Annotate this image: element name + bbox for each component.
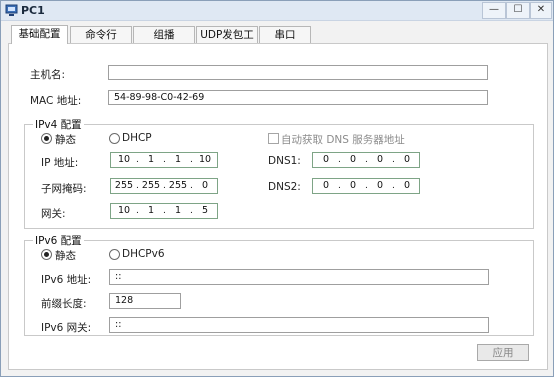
mask-octet-1[interactable]: 255 (113, 179, 135, 193)
window-title: PC1 (21, 4, 45, 17)
basic-config-panel: 主机名: MAC 地址: 54-89-98-C0-42-69 IPv4 配置 静… (8, 43, 548, 370)
gateway-octet-4[interactable]: 5 (194, 204, 216, 218)
ip-octet-4[interactable]: 10 (194, 153, 216, 167)
dns1-octet-2[interactable]: 0 (342, 153, 364, 167)
ip-dot: . (136, 206, 139, 216)
dns2-octet-1[interactable]: 0 (315, 179, 337, 193)
mask-octet-3[interactable]: 255 (167, 179, 189, 193)
gateway-octet-3[interactable]: 1 (167, 204, 189, 218)
pc-app-icon (5, 4, 18, 16)
ip-octet-1[interactable]: 10 (113, 153, 135, 167)
ip-dot: . (136, 181, 139, 191)
tab-serial[interactable]: 串口 (259, 26, 311, 44)
dns1-input[interactable]: 0 . 0 . 0 . 0 (312, 152, 420, 168)
dns1-label: DNS1: (268, 155, 301, 167)
gateway-input[interactable]: 10 . 1 . 1 . 5 (110, 203, 218, 219)
ipv6-group-title: IPv6 配置 (33, 233, 84, 248)
dns1-octet-3[interactable]: 0 (369, 153, 391, 167)
prefix-length-input[interactable]: 128 (109, 293, 181, 309)
dns2-octet-2[interactable]: 0 (342, 179, 364, 193)
subnet-mask-input[interactable]: 255 . 255 . 255 . 0 (110, 178, 218, 194)
ipv6-static-label: 静态 (55, 250, 76, 262)
ipv4-group-title: IPv4 配置 (33, 117, 84, 132)
ip-dot: . (338, 155, 341, 165)
ip-dot: . (190, 155, 193, 165)
ip-address-label: IP 地址: (41, 157, 79, 169)
apply-button[interactable]: 应用 (477, 344, 529, 361)
ip-dot: . (365, 181, 368, 191)
ip-dot: . (392, 181, 395, 191)
ip-dot: . (365, 155, 368, 165)
gateway-label: 网关: (41, 208, 66, 220)
ip-dot: . (163, 155, 166, 165)
mask-octet-4[interactable]: 0 (194, 179, 216, 193)
ipv6-gateway-label: IPv6 网关: (41, 322, 92, 334)
ip-address-input[interactable]: 10 . 1 . 1 . 10 (110, 152, 218, 168)
prefix-length-label: 前缀长度: (41, 298, 87, 310)
ip-dot: . (163, 206, 166, 216)
dns2-octet-3[interactable]: 0 (369, 179, 391, 193)
ip-dot: . (190, 181, 193, 191)
ipv6-address-input[interactable]: :: (109, 269, 489, 285)
pc1-window: PC1 — ☐ ✕ 基础配置 命令行 组播 UDP发包工具 串口 主机名: MA… (0, 0, 554, 377)
ipv4-static-radio[interactable] (41, 133, 52, 144)
ipv6-config-group: IPv6 配置 静态 DHCPv6 IPv6 地址: :: 前缀长度: 128 … (24, 233, 534, 336)
mac-label: MAC 地址: (30, 95, 82, 107)
tab-basic-config[interactable]: 基础配置 (11, 25, 68, 44)
auto-dns-checkbox[interactable] (268, 133, 279, 144)
ipv4-static-label: 静态 (55, 134, 76, 146)
dns2-label: DNS2: (268, 181, 301, 193)
hostname-input[interactable] (108, 65, 488, 80)
ipv4-dhcp-label: DHCP (122, 132, 152, 144)
ipv4-config-group: IPv4 配置 静态 DHCP 自动获取 DNS 服务器地址 IP 地址: 10… (24, 117, 534, 229)
ip-dot: . (163, 181, 166, 191)
ipv6-gateway-input[interactable]: :: (109, 317, 489, 333)
ipv6-dhcpv6-radio[interactable] (109, 249, 120, 260)
minimize-button[interactable]: — (482, 2, 506, 19)
ipv6-address-label: IPv6 地址: (41, 274, 92, 286)
tab-command-line[interactable]: 命令行 (70, 26, 132, 44)
gateway-octet-1[interactable]: 10 (113, 204, 135, 218)
title-bar[interactable]: PC1 — ☐ ✕ (1, 1, 553, 21)
ip-dot: . (190, 206, 193, 216)
dns1-octet-4[interactable]: 0 (396, 153, 418, 167)
dns1-octet-1[interactable]: 0 (315, 153, 337, 167)
dns2-octet-4[interactable]: 0 (396, 179, 418, 193)
dns2-input[interactable]: 0 . 0 . 0 . 0 (312, 178, 420, 194)
close-button[interactable]: ✕ (530, 2, 552, 19)
ip-dot: . (392, 155, 395, 165)
ip-octet-2[interactable]: 1 (140, 153, 162, 167)
ip-dot: . (338, 181, 341, 191)
gateway-octet-2[interactable]: 1 (140, 204, 162, 218)
hostname-label: 主机名: (30, 69, 66, 81)
subnet-mask-label: 子网掩码: (41, 183, 87, 195)
mac-address-field: 54-89-98-C0-42-69 (108, 90, 488, 105)
ip-octet-3[interactable]: 1 (167, 153, 189, 167)
auto-dns-label: 自动获取 DNS 服务器地址 (281, 134, 405, 146)
maximize-button[interactable]: ☐ (506, 2, 530, 19)
tab-multicast[interactable]: 组播 (133, 26, 195, 44)
ipv6-dhcpv6-label: DHCPv6 (122, 248, 165, 260)
ipv4-dhcp-radio[interactable] (109, 133, 120, 144)
ip-dot: . (136, 155, 139, 165)
ipv6-static-radio[interactable] (41, 249, 52, 260)
mask-octet-2[interactable]: 255 (140, 179, 162, 193)
tab-udp-tool[interactable]: UDP发包工具 (196, 26, 258, 58)
